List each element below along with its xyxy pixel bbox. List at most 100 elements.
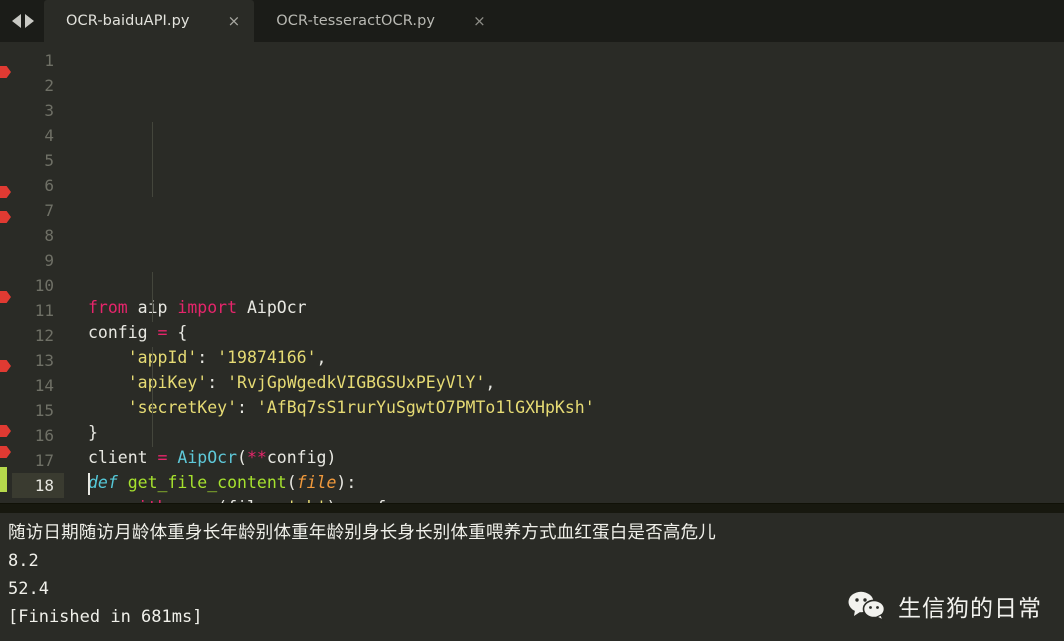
active-line-marker [0,467,7,492]
triangle-left-icon[interactable] [12,14,21,28]
line-number: 7 [44,201,54,220]
code-line: def get_file_content(file): [88,470,1064,495]
line-number: 12 [34,326,54,345]
line-number: 5 [44,151,54,170]
code-token: 'apiKey' [127,373,208,392]
line-number: 15 [34,401,54,420]
tab-ocr-baiduapi[interactable]: OCR-baiduAPI.py × [44,0,255,42]
line-number: 8 [44,226,54,245]
code-token: (file, [217,498,287,503]
code-token: from [88,298,128,317]
line-number: 13 [34,351,54,370]
code-token: AipOcr [237,298,307,317]
code-token: } [88,423,98,442]
tab-bar: OCR-baiduAPI.py × OCR-tesseractOCR.py × [0,0,1064,42]
code-token: 'AfBq7sS1rurYuSgwtO7PMTo1lGXHpKsh' [256,398,595,417]
output-line: 随访日期随访月龄体重身长年龄别体重年龄别身长身长别体重喂养方式血红蛋白是否高危儿 [8,523,716,543]
line-number: 17 [34,451,54,470]
line-number: 1 [44,51,54,70]
code-token: ( [286,473,297,492]
gutter-marker-strip [0,42,12,503]
code-token: file [296,473,337,492]
code-token: client [88,448,158,467]
line-number: 4 [44,126,54,145]
code-token: = [157,448,168,467]
code-line: 'appId': '19874166', [88,345,1064,370]
code-token: , [316,348,327,367]
line-number: 11 [34,301,54,320]
code-token: config) [266,448,337,467]
code-token: AipOcr [177,448,238,467]
code-token: ( [237,448,247,467]
build-output-panel[interactable]: 随访日期随访月龄体重身长年龄别体重年龄别身长身长别体重喂养方式血红蛋白是否高危儿… [0,513,1064,641]
code-token: config [88,323,158,342]
code-token: 'appId' [127,348,198,367]
code-token: ): [336,473,357,492]
panel-divider[interactable] [0,503,1064,513]
code-line: with open(file, 'rb') as fp: [88,495,1064,503]
code-token: 'secretKey' [127,398,238,417]
code-token: , [485,373,496,392]
bookmark-marker-icon [0,186,11,198]
code-area[interactable]: from aip import AipOcrconfig = { 'appId'… [64,42,1064,503]
code-token: 'rb' [287,498,327,503]
code-token: with [128,498,168,503]
bookmark-marker-icon [0,425,11,437]
line-number: 14 [34,376,54,395]
line-number-gutter: 1 2 3 4 5 6 7 8 9 10 11 12 13 14 15 16 17 18 [12,42,64,503]
bookmark-marker-icon [0,66,11,78]
triangle-right-icon[interactable] [25,14,34,28]
code-line: client = AipOcr(**config) [88,445,1064,470]
line-number: 16 [34,426,54,445]
tab-label: OCR-tesseractOCR.py [276,13,436,29]
code-line: config = { [88,320,1064,345]
code-token: get_file_content [127,473,287,492]
code-token: { [167,323,188,342]
close-icon[interactable]: × [228,13,241,29]
code-token: open [177,498,217,503]
line-number: 18 [12,473,64,498]
code-token: 'RvjGpWgedkVIGBGSUxPEyVlY' [227,373,486,392]
sublime-text-window: OCR-baiduAPI.py × OCR-tesseractOCR.py × … [0,0,1064,641]
code-line: 'secretKey': 'AfBq7sS1rurYuSgwtO7PMTo1lG… [88,395,1064,420]
tab-label: OCR-baiduAPI.py [66,13,190,29]
line-number: 3 [44,101,54,120]
bookmark-marker-icon [0,291,11,303]
code-token: as [346,498,366,503]
code-line: 'apiKey': 'RvjGpWgedkVIGBGSUxPEyVlY', [88,370,1064,395]
tab-ocr-tesseractocr[interactable]: OCR-tesseractOCR.py × [254,0,499,42]
line-number: 2 [44,76,54,95]
close-icon[interactable]: × [473,13,486,29]
code-token: '19874166' [217,348,317,367]
output-line: 8.2 [8,551,39,571]
code-token: : [237,398,257,417]
line-number: 10 [34,276,54,295]
output-line: 52.4 [8,579,49,599]
code-token: fp: [366,498,406,503]
code-line: } [88,420,1064,445]
bookmark-marker-icon [0,446,11,458]
code-token: ) [326,498,346,503]
tab-nav-arrows [0,0,44,42]
code-token: = [157,323,168,342]
code-token: ** [246,448,267,467]
line-number: 9 [44,251,54,270]
code-token: : [197,348,218,367]
code-token: def [88,473,118,492]
output-line: [Finished in 681ms] [8,607,203,627]
line-number: 6 [44,176,54,195]
code-line: from aip import AipOcr [88,295,1064,320]
code-token: import [177,298,238,317]
bookmark-marker-icon [0,211,11,223]
code-token: : [207,373,228,392]
bookmark-marker-icon [0,360,11,372]
code-editor[interactable]: 123456789101112131415161718 from aip imp… [0,42,1064,503]
text-cursor [88,473,90,495]
